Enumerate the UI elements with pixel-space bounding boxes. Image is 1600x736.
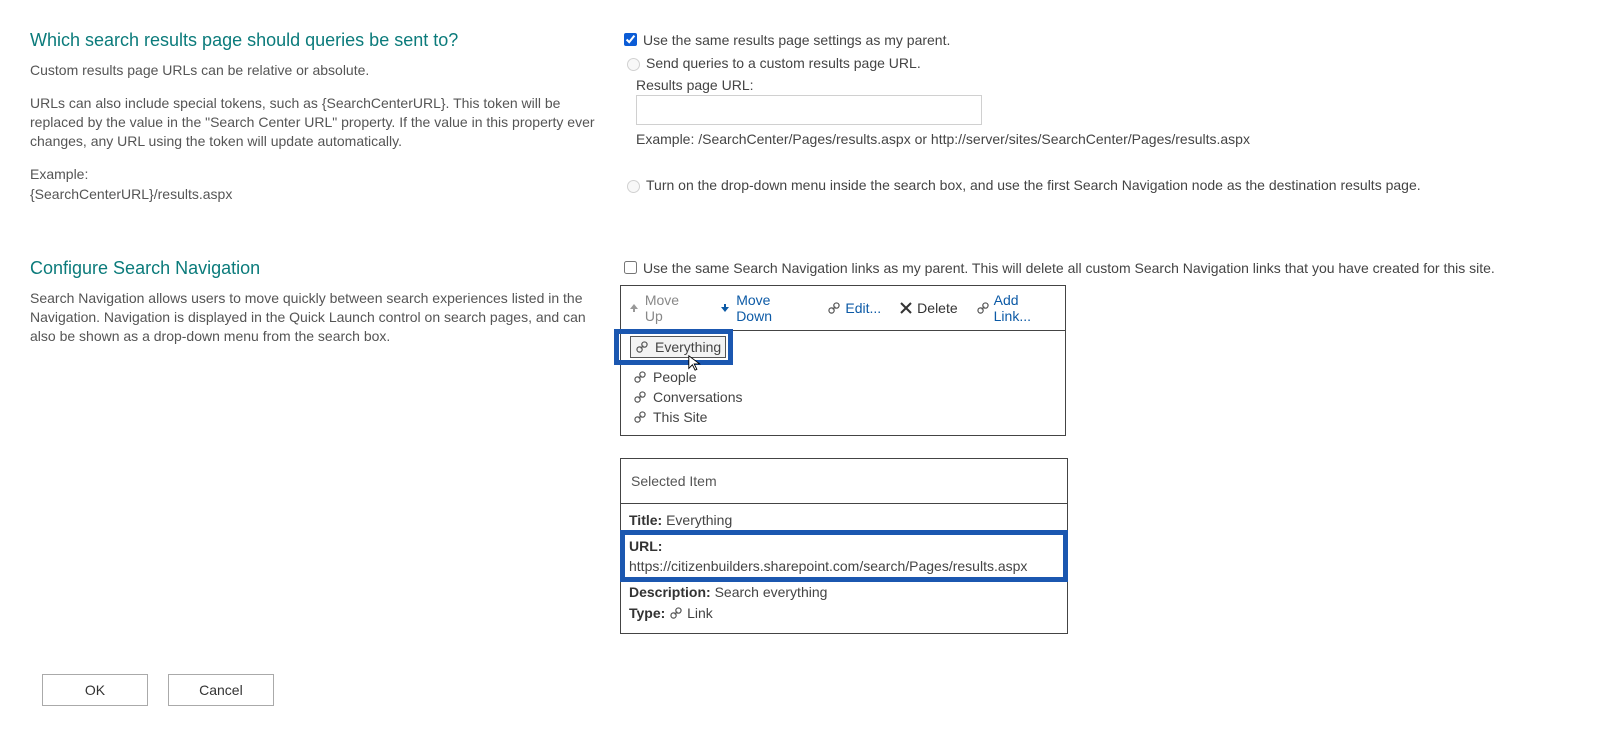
move-up-label: Move Up bbox=[645, 292, 700, 324]
selected-title-label: Title: bbox=[629, 512, 662, 528]
nav-item-label: Everything bbox=[655, 339, 721, 355]
ok-button[interactable]: OK bbox=[42, 674, 148, 706]
link-icon bbox=[633, 410, 647, 424]
dropdown-label: Turn on the drop-down menu inside the se… bbox=[646, 177, 1421, 193]
link-icon bbox=[827, 301, 841, 315]
nav-toolbar: Move Up Move Down Edit... Delete bbox=[620, 285, 1066, 331]
selected-url-value: https://citizenbuilders.sharepoint.com/s… bbox=[629, 558, 1027, 574]
nav-list: Everything People Conversations T bbox=[620, 331, 1066, 436]
selected-description-row: Description: Search everything bbox=[629, 582, 1059, 602]
delete-label: Delete bbox=[917, 300, 957, 316]
delete-button[interactable]: Delete bbox=[899, 300, 957, 316]
selected-type-value: Link bbox=[687, 605, 713, 621]
move-down-button[interactable]: Move Down bbox=[718, 292, 809, 324]
section1-example-label: Example: bbox=[30, 165, 610, 184]
section1-descr-2: URLs can also include special tokens, su… bbox=[30, 94, 610, 151]
nav-item-label: This Site bbox=[653, 409, 707, 425]
selected-description-label: Description: bbox=[629, 584, 711, 600]
nav-item-this-site[interactable]: This Site bbox=[629, 407, 1057, 427]
use-parent-results-checkbox[interactable] bbox=[624, 33, 637, 46]
section2-descr: Search Navigation allows users to move q… bbox=[30, 289, 610, 346]
link-icon bbox=[669, 606, 683, 620]
nav-item-people[interactable]: People bbox=[629, 367, 1057, 387]
highlight-everything: Everything bbox=[614, 329, 733, 365]
move-down-label: Move Down bbox=[736, 292, 809, 324]
x-icon bbox=[899, 301, 913, 315]
edit-button[interactable]: Edit... bbox=[827, 300, 881, 316]
use-parent-nav-checkbox[interactable] bbox=[624, 261, 637, 274]
selected-type-label: Type: bbox=[629, 605, 665, 621]
arrow-down-icon bbox=[718, 301, 732, 315]
arrow-up-icon bbox=[627, 301, 641, 315]
selected-url-label: URL: bbox=[629, 538, 662, 554]
results-url-example: Example: /SearchCenter/Pages/results.asp… bbox=[636, 131, 1570, 147]
cancel-button[interactable]: Cancel bbox=[168, 674, 274, 706]
move-up-button[interactable]: Move Up bbox=[627, 292, 700, 324]
custom-results-radio[interactable] bbox=[627, 58, 640, 71]
section1-descr-1: Custom results page URLs can be relative… bbox=[30, 61, 610, 80]
highlight-url: URL: https://citizenbuilders.sharepoint.… bbox=[620, 530, 1068, 583]
selected-item-panel: Selected Item Title: Everything URL: htt… bbox=[620, 458, 1068, 633]
link-icon bbox=[633, 370, 647, 384]
section2-heading: Configure Search Navigation bbox=[30, 258, 610, 279]
nav-item-everything[interactable]: Everything bbox=[630, 336, 726, 358]
dropdown-radio[interactable] bbox=[627, 180, 640, 193]
custom-results-label: Send queries to a custom results page UR… bbox=[646, 55, 921, 71]
link-icon bbox=[633, 390, 647, 404]
selected-title-value: Everything bbox=[666, 512, 732, 528]
section1-heading: Which search results page should queries… bbox=[30, 30, 610, 51]
section1-example-value: {SearchCenterURL}/results.aspx bbox=[30, 185, 610, 204]
results-url-label: Results page URL: bbox=[636, 77, 1570, 93]
add-link-label: Add Link... bbox=[994, 292, 1059, 324]
selected-item-header: Selected Item bbox=[621, 459, 1067, 504]
nav-item-conversations[interactable]: Conversations bbox=[629, 387, 1057, 407]
link-icon bbox=[635, 340, 649, 354]
link-icon bbox=[976, 301, 990, 315]
nav-item-label: People bbox=[653, 369, 697, 385]
results-url-input[interactable] bbox=[636, 95, 982, 125]
add-link-button[interactable]: Add Link... bbox=[976, 292, 1059, 324]
edit-label: Edit... bbox=[845, 300, 881, 316]
use-parent-results-label: Use the same results page settings as my… bbox=[643, 32, 950, 48]
selected-type-row: Type: Link bbox=[629, 603, 1059, 623]
selected-description-value: Search everything bbox=[715, 584, 828, 600]
use-parent-nav-label: Use the same Search Navigation links as … bbox=[643, 260, 1495, 276]
selected-title-row: Title: Everything bbox=[629, 510, 1059, 530]
nav-item-label: Conversations bbox=[653, 389, 743, 405]
